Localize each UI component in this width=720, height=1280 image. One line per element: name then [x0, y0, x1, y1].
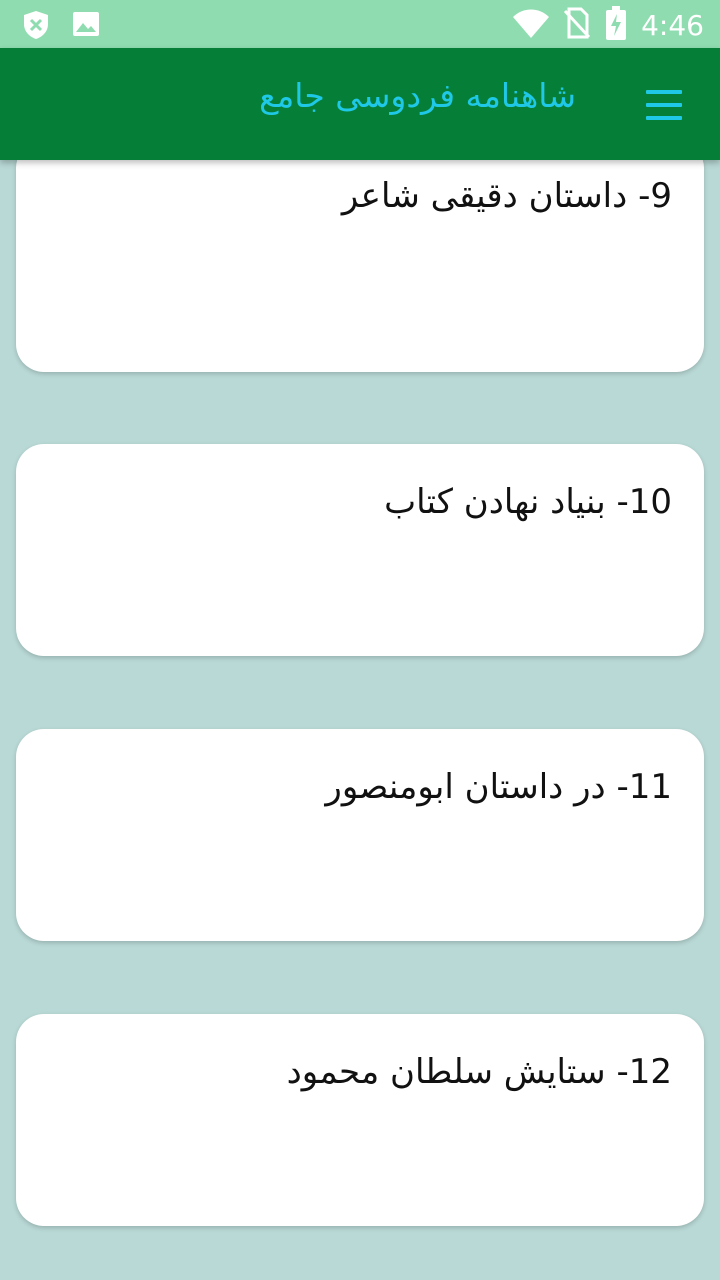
app-bar: شاهنامه فردوسی جامع	[0, 48, 720, 160]
hamburger-menu-icon[interactable]	[646, 90, 682, 120]
list-item-label: 10- بنیاد نهادن کتاب	[384, 482, 672, 522]
app-title: شاهنامه فردوسی جامع	[259, 76, 576, 115]
list-item[interactable]: 10- بنیاد نهادن کتاب	[16, 444, 704, 656]
list-item-label: 9- داستان دقیقی شاعر	[341, 176, 672, 216]
list-item[interactable]: 12- ستایش سلطان محمود	[16, 1014, 704, 1226]
list-item[interactable]: 11- در داستان ابومنصور	[16, 729, 704, 941]
wifi-icon	[513, 8, 550, 42]
list-item-label: 11- در داستان ابومنصور	[325, 767, 672, 807]
list-item-label: 12- ستایش سلطان محمود	[286, 1052, 672, 1092]
status-bar: 4:46	[0, 0, 720, 48]
status-time: 4:46	[641, 8, 704, 42]
no-sim-icon	[563, 7, 591, 43]
image-icon	[72, 10, 100, 44]
chapter-list: 9- داستان دقیقی شاعر 10- بنیاد نهادن کتا…	[0, 160, 720, 1280]
shield-x-icon	[22, 10, 50, 44]
battery-charging-icon	[605, 6, 627, 44]
list-item[interactable]: 9- داستان دقیقی شاعر	[16, 160, 704, 372]
